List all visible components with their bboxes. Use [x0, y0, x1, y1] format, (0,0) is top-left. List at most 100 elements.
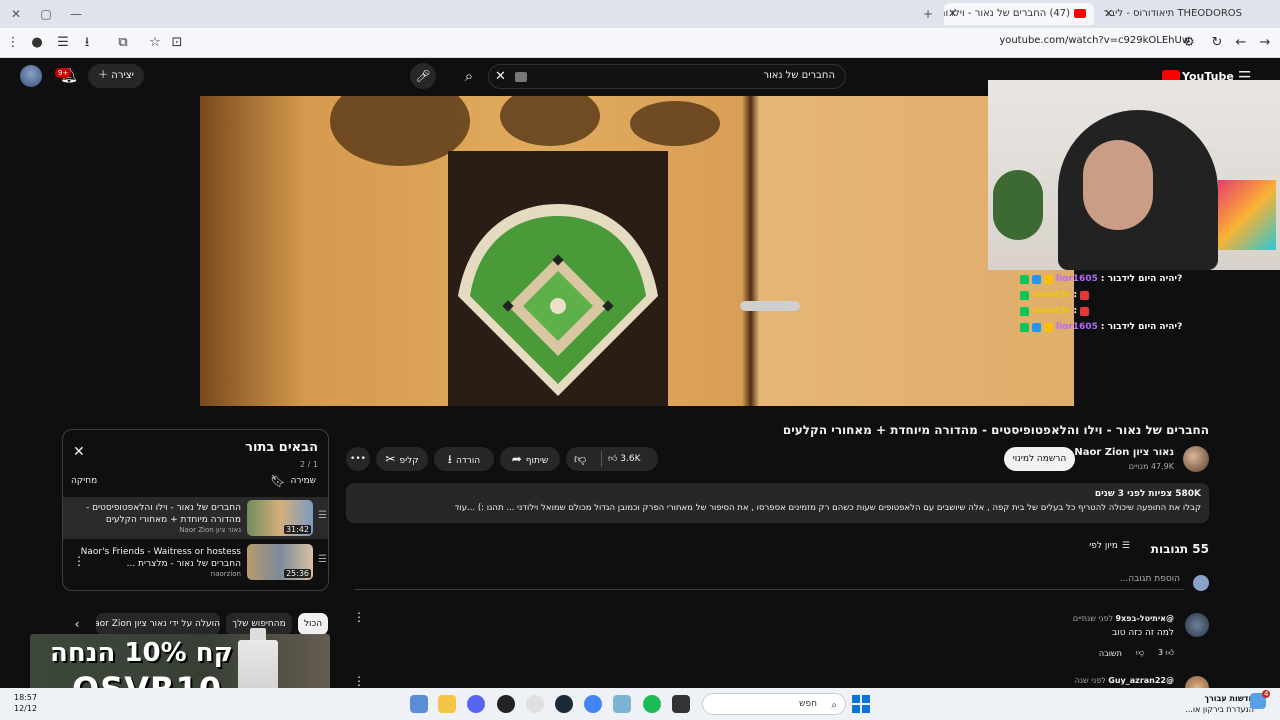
like-icon: 👍︎ — [1165, 648, 1174, 657]
new-tab-icon[interactable]: + — [920, 6, 936, 22]
like-dislike-group: 👎︎ 3.6K 👍︎ — [566, 447, 658, 471]
clear-search-icon[interactable]: ✕ — [495, 69, 506, 84]
channel-avatar[interactable] — [1183, 446, 1209, 472]
like-count: 3.6K — [620, 454, 641, 464]
browser-tabbar: ✕ ▢ — + ✕ (47) החברים של נאור - וילו והל… — [0, 0, 1280, 28]
video-title: החברים של נאור - וילו והלאפטופיסטים - מה… — [782, 423, 1209, 437]
taskbar-search-input[interactable]: ⌕ חפש — [702, 693, 846, 715]
queue-item[interactable]: 25:36 Naor's Friends - Waitress or hoste… — [63, 541, 328, 583]
minimize-window-icon[interactable]: — — [68, 6, 84, 22]
bookmark-star-icon[interactable]: ☆ — [146, 34, 164, 52]
profile-icon[interactable]: ● — [28, 34, 46, 52]
like-icon: 👍︎ — [608, 454, 618, 464]
emote-icon — [1080, 290, 1090, 300]
wall-art — [1218, 180, 1276, 250]
video-thumbnail: 25:36 — [247, 544, 313, 580]
chrome-icon[interactable] — [584, 695, 602, 713]
drag-handle-icon[interactable]: ☰ — [318, 554, 327, 565]
my-avatar — [1193, 575, 1209, 591]
create-label: יצירה — [111, 70, 134, 81]
badge-icon — [1020, 322, 1029, 332]
duration: 31:42 — [283, 525, 311, 534]
clip-button[interactable]: קליפ✂ — [376, 447, 428, 471]
queue-item-channel: naorzion — [210, 570, 241, 578]
video-thumbnail: 31:42 — [247, 500, 313, 536]
account-avatar[interactable] — [20, 65, 42, 87]
comment-author: @איתיטל-בפ9x לפני שנתיים — [1072, 614, 1174, 623]
description-box[interactable]: 580K צפיות לפני 3 שנים קבלו את התופעה שי… — [346, 483, 1209, 523]
back-icon[interactable]: → — [1256, 34, 1274, 52]
windows-start-icon[interactable] — [852, 695, 870, 713]
delete-queue-button[interactable]: מחיקה — [71, 476, 97, 486]
spotify-icon[interactable] — [643, 695, 661, 713]
dislike-icon[interactable]: 👎︎ — [574, 447, 586, 471]
channel-name[interactable]: נאור ציון Naor Zion — [1074, 447, 1174, 458]
youtube-favicon-icon — [1074, 8, 1086, 18]
comment-dislike-icon[interactable]: 👎︎ — [1136, 648, 1144, 658]
comment-menu-icon[interactable]: ⋮ — [353, 674, 365, 688]
sort-icon: ☰ — [1121, 541, 1130, 551]
chip-uploaded-by[interactable]: הועלה על ידי נאור ציון Naor Zion — [96, 613, 220, 635]
steam-icon[interactable] — [555, 695, 573, 713]
file-explorer-icon[interactable] — [438, 695, 456, 713]
baseball-field-illustration — [458, 204, 658, 396]
reload-icon[interactable]: ↻ — [1208, 34, 1226, 52]
close-window-icon[interactable]: ✕ — [8, 6, 24, 22]
more-icon: ••• — [350, 454, 366, 464]
maximize-window-icon[interactable]: ▢ — [38, 6, 54, 22]
scissors-icon: ✂ — [385, 452, 396, 466]
screen: ✕ ▢ — + ✕ (47) החברים של נאור - וילו והל… — [0, 0, 1280, 720]
create-button[interactable]: יצירה ＋ — [88, 64, 144, 88]
extensions-icon[interactable]: ⧉ — [114, 34, 132, 52]
site-settings-icon[interactable]: ⚙ — [1180, 34, 1198, 52]
item-menu-icon[interactable]: ⋮ — [73, 554, 85, 568]
menu-dots-icon[interactable]: ⋮ — [4, 34, 22, 52]
voice-search-icon[interactable]: 🎤︎ — [410, 63, 436, 89]
add-comment-input[interactable]: הוספת תגובה... — [355, 574, 1184, 590]
address-bar: ⋮ ● ☰ ⭳ ⧉ ☆ ⊡ youtube.com/watch?v=c929kO… — [0, 28, 1280, 58]
chrome-dev-icon[interactable] — [526, 695, 544, 713]
like-button[interactable]: 3.6K 👍︎ — [608, 447, 641, 471]
keyboard-icon[interactable] — [515, 72, 527, 82]
ink-splash — [500, 96, 600, 146]
more-actions-button[interactable]: ••• — [346, 447, 370, 471]
subscribe-button[interactable]: הרשמה למינוי — [1004, 447, 1075, 471]
chat-line: lior1605 ?יהיה היום לידבור : — [1020, 271, 1260, 287]
sort-comments-button[interactable]: ☰ מיון לפי — [1089, 541, 1130, 551]
reading-list-icon[interactable]: ☰ — [54, 34, 72, 52]
drag-handle-icon[interactable]: ☰ — [318, 510, 327, 521]
clock[interactable]: 18:57 12/12 — [14, 692, 37, 714]
reply-button[interactable]: תשובה — [1099, 649, 1122, 658]
news-widget[interactable]: חדשות עבורך הנעדרת בירקון או... — [1185, 693, 1254, 715]
badge-icon — [1020, 274, 1029, 284]
close-icon[interactable]: ✕ — [73, 444, 85, 460]
search-input[interactable]: ✕ החברים של נאור — [488, 64, 846, 89]
queue-item[interactable]: 31:42 החברים של נאור - וילו והלאפטופיסטי… — [63, 497, 328, 539]
comment-menu-icon[interactable]: ⋮ — [353, 610, 365, 624]
calculator-icon[interactable] — [410, 695, 428, 713]
save-queue-button[interactable]: שמירה 🔖︎ — [270, 474, 316, 488]
chat-line: shust3r : — [1020, 303, 1260, 319]
media-player-icon[interactable] — [497, 695, 515, 713]
commenter-avatar[interactable] — [1185, 613, 1209, 637]
tab-theodoros[interactable]: ✕ THEODOROS תיאודורוס - ליבר — [1100, 3, 1250, 25]
chip-all[interactable]: הכול — [298, 613, 328, 635]
terminal-icon[interactable] — [672, 695, 690, 713]
download-icon[interactable]: ⭳ — [78, 34, 96, 52]
download-button[interactable]: הורדה⭳ — [434, 447, 494, 471]
comment-author: @Guy_azran22 לפני שנה — [1074, 676, 1174, 685]
share-button[interactable]: שיתוף➦ — [500, 447, 560, 471]
comment-like-button[interactable]: 👍︎ 3 — [1158, 648, 1174, 658]
chat-line: shust3r : — [1020, 287, 1260, 303]
install-app-icon[interactable]: ⊡ — [168, 34, 186, 52]
url-field[interactable]: youtube.com/watch?v=c929kOLEhUw — [999, 35, 1190, 46]
queue-title: הבאים בתור — [245, 440, 318, 455]
search-icon[interactable]: ⌕ — [452, 63, 486, 89]
news-count-badge: 4 — [1262, 690, 1271, 698]
tab-youtube[interactable]: ✕ (47) החברים של נאור - וילו והל — [944, 3, 1094, 25]
video-player[interactable] — [200, 96, 1074, 406]
discord-icon[interactable] — [467, 695, 485, 713]
chevron-left-icon[interactable]: ‹ — [68, 615, 86, 633]
app-icon[interactable] — [613, 695, 631, 713]
forward-icon[interactable]: ← — [1232, 34, 1250, 52]
